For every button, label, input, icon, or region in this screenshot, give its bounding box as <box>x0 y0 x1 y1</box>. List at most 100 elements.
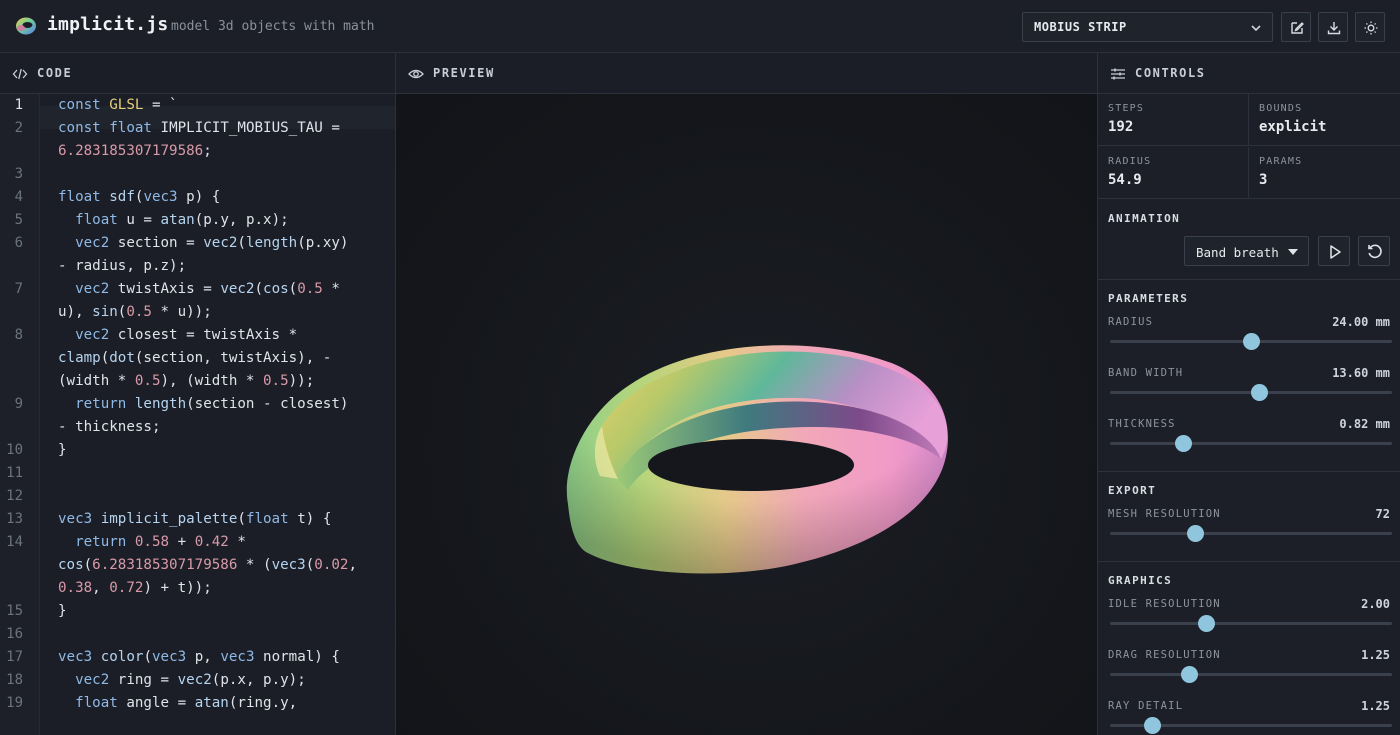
line-number: 16 <box>6 626 23 642</box>
slider-track[interactable] <box>1110 442 1392 445</box>
app-title: implicit.js <box>47 14 169 35</box>
code-line: const float IMPLICIT_MOBIUS_TAU = <box>58 120 340 136</box>
preview-panel-title: PREVIEW <box>433 66 495 80</box>
stat-radius: RADIUS 54.9 <box>1098 147 1248 199</box>
slider-label: MESH RESOLUTION <box>1108 508 1221 520</box>
render-canvas[interactable] <box>396 94 1097 735</box>
line-number: 7 <box>14 281 23 297</box>
slider-value: 1.25 <box>1361 699 1390 713</box>
slider-thumb[interactable] <box>1144 717 1162 734</box>
sliders-icon <box>1111 68 1125 80</box>
slider-thumb[interactable] <box>1180 666 1198 683</box>
reset-icon <box>1368 244 1382 259</box>
stat-label: RADIUS <box>1108 156 1152 167</box>
line-number: 6 <box>14 235 23 251</box>
code-line: vec2 ring = vec2(p.x, p.y); <box>75 672 306 688</box>
code-line: } <box>58 442 67 458</box>
download-icon <box>1327 22 1341 35</box>
shape-select-value: MOBIUS STRIP <box>1034 20 1127 34</box>
code-line: float u = atan(p.y, p.x); <box>75 212 289 228</box>
code-line: - thickness; <box>58 419 161 435</box>
slider-track[interactable] <box>1110 622 1392 625</box>
code-panel: CODE 1 const GLSL = ` 2 const float IMPLICI… <box>0 53 396 735</box>
slider-thumb[interactable] <box>1243 333 1260 350</box>
preview-panel: PREVIEW <box>396 53 1097 735</box>
play-button[interactable] <box>1318 236 1350 266</box>
parameters-section-title: PARAMETERS <box>1108 292 1189 305</box>
mobius-strip-render <box>566 345 948 574</box>
line-number: 19 <box>6 695 23 711</box>
stat-value: explicit <box>1259 119 1327 135</box>
line-number: 12 <box>6 488 23 504</box>
code-line: float angle = atan(ring.y, <box>75 695 298 711</box>
slider-thumb[interactable] <box>1175 435 1193 452</box>
slider-value: 24.00 mm <box>1332 315 1390 329</box>
line-number: 17 <box>6 649 23 665</box>
code-line: (width * 0.5), (width * 0.5)); <box>58 373 315 389</box>
code-line: vec2 section = vec2(length(p.xy) <box>75 235 349 251</box>
stat-bounds: BOUNDS explicit <box>1248 94 1400 146</box>
divider <box>1098 279 1400 280</box>
slider-value: 72 <box>1375 507 1390 521</box>
theme-toggle-button[interactable] <box>1355 12 1385 42</box>
slider-value: 1.25 <box>1361 648 1390 662</box>
logo-icon <box>16 17 36 35</box>
code-line: float sdf(vec3 p) { <box>58 189 221 205</box>
controls-panel-title: CONTROLS <box>1135 66 1206 80</box>
code-panel-header: CODE <box>0 53 395 94</box>
line-number: 8 <box>14 327 23 343</box>
code-icon <box>12 68 28 80</box>
eye-icon <box>408 69 424 79</box>
line-number: 5 <box>14 212 23 228</box>
code-line: cos(6.283185307179586 * (vec3(0.02, <box>58 557 357 573</box>
stat-params: PARAMS 3 <box>1248 147 1400 199</box>
slider-label: RAY DETAIL <box>1108 700 1184 712</box>
line-number: 9 <box>14 396 23 412</box>
download-button[interactable] <box>1318 12 1348 42</box>
slider-value: 0.82 mm <box>1339 417 1390 431</box>
divider <box>1098 471 1400 472</box>
slider-thumb[interactable] <box>1251 384 1269 401</box>
slider-value: 13.60 mm <box>1332 366 1390 380</box>
slider-thumb[interactable] <box>1197 615 1215 632</box>
line-number: 3 <box>14 166 23 182</box>
code-line: const GLSL = ` <box>58 97 178 113</box>
export-section-title: EXPORT <box>1108 484 1157 497</box>
edit-button[interactable] <box>1281 12 1311 42</box>
preview-panel-header: PREVIEW <box>396 53 1097 94</box>
top-bar: implicit.js model 3d objects with math M… <box>0 0 1400 53</box>
slider-thumb[interactable] <box>1186 525 1204 542</box>
line-number: 18 <box>6 672 23 688</box>
line-number: 14 <box>6 534 23 550</box>
graphics-section-title: GRAPHICS <box>1108 574 1173 587</box>
code-panel-title: CODE <box>37 66 73 80</box>
chevron-down-icon <box>1251 25 1261 32</box>
code-line: 6.283185307179586; <box>58 143 212 159</box>
slider-value: 2.00 <box>1361 597 1390 611</box>
reset-button[interactable] <box>1358 236 1390 266</box>
slider-label: RADIUS <box>1108 316 1154 328</box>
stat-value: 3 <box>1259 172 1268 188</box>
slider-label: THICKNESS <box>1108 418 1176 430</box>
sun-icon <box>1364 21 1378 35</box>
animation-select[interactable]: Band breath <box>1184 236 1309 266</box>
controls-panel-header: CONTROLS <box>1098 53 1400 94</box>
line-number: 11 <box>6 465 23 481</box>
slider-track[interactable] <box>1110 532 1392 535</box>
animation-select-value: Band breath <box>1196 245 1279 260</box>
divider <box>1098 561 1400 562</box>
code-line: vec2 closest = twistAxis * <box>75 327 298 343</box>
app-tagline: model 3d objects with math <box>171 19 375 34</box>
slider-track[interactable] <box>1110 673 1392 676</box>
slider-label: IDLE RESOLUTION <box>1108 598 1221 610</box>
code-line: - radius, p.z); <box>58 258 187 274</box>
code-line: vec3 implicit_palette(float t) { <box>58 511 332 527</box>
slider-label: DRAG RESOLUTION <box>1108 649 1221 661</box>
code-line: vec2 twistAxis = vec2(cos(0.5 * <box>75 281 340 297</box>
stat-value: 192 <box>1108 119 1134 135</box>
shape-select[interactable]: MOBIUS STRIP <box>1022 12 1273 42</box>
controls-panel: CONTROLS STEPS 192 BOUNDS explicit RADIU… <box>1097 53 1400 735</box>
line-number: 13 <box>6 511 23 527</box>
line-number: 2 <box>14 120 23 136</box>
code-line: u), sin(0.5 * u)); <box>58 304 212 320</box>
